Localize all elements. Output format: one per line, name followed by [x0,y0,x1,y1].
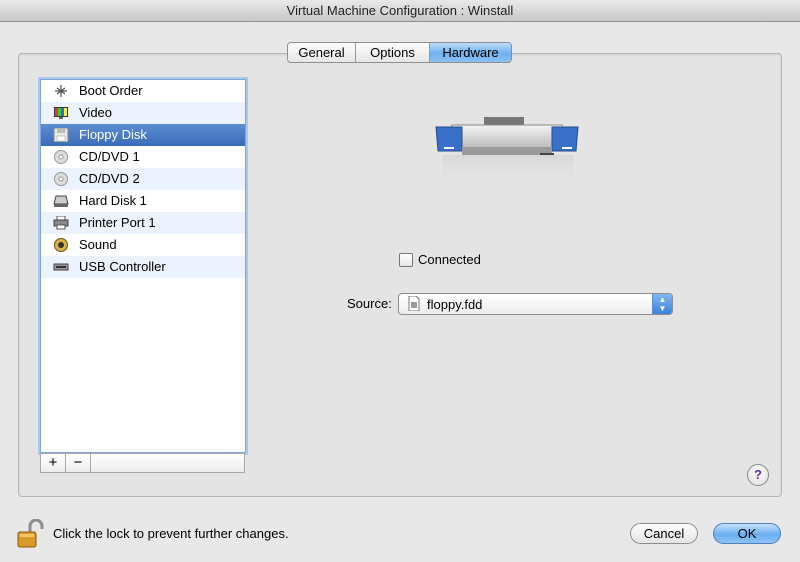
popup-arrows-icon: ▲ ▼ [652,294,672,314]
source-label: Source: [347,296,392,311]
connected-checkbox-row[interactable]: Connected [399,252,481,267]
device-label: Printer Port 1 [79,215,156,230]
source-value: floppy.fdd [427,296,483,312]
ok-button[interactable]: OK [713,523,781,544]
cd-icon [54,150,68,164]
usb-icon [53,263,69,271]
device-label: Boot Order [79,83,143,98]
printer-icon [53,216,69,230]
device-item-video[interactable]: Video [41,102,245,124]
device-item-cd-dvd-1[interactable]: CD/DVD 1 [41,146,245,168]
tab-hardware[interactable]: Hardware [430,43,511,62]
boot-order-icon [55,85,67,97]
remove-device-button[interactable]: − [66,454,91,472]
source-popup[interactable]: floppy.fdd ▲ ▼ [398,293,673,315]
cd-icon [54,172,68,186]
help-button[interactable]: ? [747,464,769,486]
device-label: Video [79,105,113,120]
speaker-icon [54,238,68,252]
list-edit-bar: + − [40,453,245,473]
connected-checkbox[interactable] [399,252,413,267]
device-label: CD/DVD 1 [79,149,140,164]
device-item-hard-disk-1[interactable]: Hard Disk 1 [41,190,245,212]
device-item-floppy-disk[interactable]: Floppy Disk [41,124,245,146]
device-label: CD/DVD 2 [79,171,140,186]
device-item-usb-controller[interactable]: USB Controller [41,256,245,278]
device-item-printer-port-1[interactable]: Printer Port 1 [41,212,245,234]
device-list: Boot Order Video Floppy Disk CD/DVD 1 CD… [40,79,246,453]
device-label: Sound [79,237,117,252]
tab-options[interactable]: Options [356,43,430,62]
device-label: Floppy Disk [79,127,147,142]
hard-disk-icon [53,195,69,207]
floppy-drive-illustration [435,117,579,193]
lock-icon[interactable] [16,519,44,549]
device-label: Hard Disk 1 [79,193,147,208]
cancel-button[interactable]: Cancel [630,523,698,544]
lock-message: Click the lock to prevent further change… [53,526,289,541]
tab-bar: General Options Hardware [287,42,512,63]
device-label: USB Controller [79,259,166,274]
device-item-boot-order[interactable]: Boot Order [41,80,245,102]
add-device-button[interactable]: + [41,454,66,472]
device-item-cd-dvd-2[interactable]: CD/DVD 2 [41,168,245,190]
window-title: Virtual Machine Configuration : Winstall [0,0,800,22]
connected-label: Connected [418,252,481,267]
video-icon [54,107,68,119]
floppy-disk-icon [53,128,69,142]
file-icon [408,295,420,311]
device-item-sound[interactable]: Sound [41,234,245,256]
tab-general[interactable]: General [288,43,356,62]
